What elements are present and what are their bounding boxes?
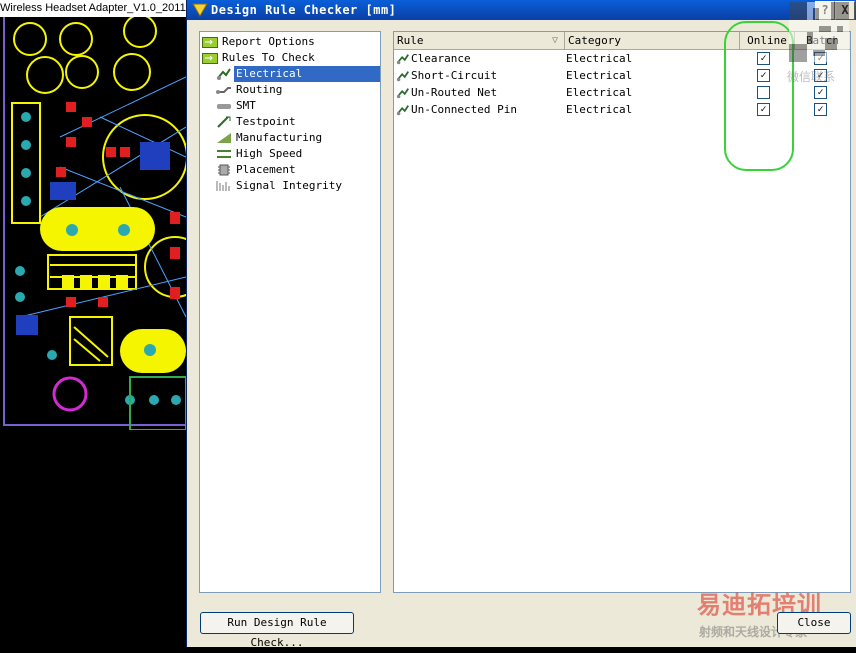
electrical-rule-icon bbox=[396, 54, 409, 65]
rule-name: Un-Routed Net bbox=[411, 86, 498, 99]
close-button[interactable]: Close bbox=[777, 612, 851, 634]
electrical-rule-icon bbox=[396, 71, 409, 82]
smt-rule-icon bbox=[217, 104, 231, 109]
design-rule-checker-dialog: Design Rule Checker [mm] ? X Report Opti… bbox=[186, 0, 856, 649]
rule-category: Electrical bbox=[566, 52, 633, 65]
dialog-title: Design Rule Checker [mm] bbox=[211, 3, 397, 17]
tree-item-label: High Speed bbox=[236, 147, 303, 160]
drc-app-icon bbox=[192, 3, 208, 17]
electrical-rule-icon bbox=[217, 68, 231, 80]
tree-item-label: Routing bbox=[236, 83, 283, 96]
batch-checkbox[interactable]: ✓ bbox=[814, 86, 827, 99]
routing-rule-icon bbox=[216, 87, 231, 94]
electrical-rule-icon bbox=[396, 105, 409, 116]
tree-item-label: Electrical bbox=[234, 66, 380, 82]
online-column-annotation bbox=[724, 21, 794, 171]
column-header-category[interactable]: Category bbox=[565, 32, 740, 49]
rule-name: Clearance bbox=[411, 52, 471, 65]
rule-category: Electrical bbox=[566, 69, 633, 82]
rule-category-tree[interactable]: Report Options Rules To Check Electrical… bbox=[199, 31, 381, 593]
high-speed-rule-icon bbox=[217, 150, 231, 158]
column-header-label: Rule bbox=[397, 34, 424, 47]
rule-name: Un-Connected Pin bbox=[411, 103, 517, 116]
rule-name: Short-Circuit bbox=[411, 69, 498, 82]
pcb-layout-canvas[interactable] bbox=[0, 17, 186, 430]
rule-category: Electrical bbox=[566, 103, 633, 116]
tree-item-label: Testpoint bbox=[236, 115, 296, 128]
rule-category: Electrical bbox=[566, 86, 633, 99]
tree-item-label: Rules To Check bbox=[222, 51, 315, 64]
pcb-editor-window: Wireless Headset Adapter_V1.0_20111 bbox=[0, 0, 186, 430]
dialog-title-bar[interactable]: Design Rule Checker [mm] ? X bbox=[187, 0, 856, 20]
sort-indicator-icon: ▽ bbox=[551, 35, 558, 46]
tree-item-label: Signal Integrity bbox=[236, 179, 342, 192]
batch-checkbox[interactable]: ✓ bbox=[814, 103, 827, 116]
column-header-label: Category bbox=[568, 34, 621, 47]
testpoint-rule-icon bbox=[217, 116, 231, 128]
tree-item-label: Placement bbox=[236, 163, 296, 176]
signal-integrity-rule-icon bbox=[216, 181, 230, 191]
tree-item-label: Manufacturing bbox=[236, 131, 323, 144]
tree-item-label: Report Options bbox=[222, 35, 315, 48]
pcb-window-title: Wireless Headset Adapter_V1.0_20111 bbox=[0, 0, 186, 17]
placement-rule-icon bbox=[218, 164, 230, 176]
tree-item-label: SMT bbox=[236, 99, 256, 112]
run-design-rule-check-button[interactable]: Run Design Rule Check... bbox=[200, 612, 354, 649]
qr-code-image bbox=[789, 2, 849, 62]
folder-icon bbox=[202, 53, 218, 64]
column-header-rule[interactable]: Rule ▽ bbox=[394, 32, 565, 49]
electrical-rule-icon bbox=[396, 88, 409, 99]
folder-icon bbox=[202, 37, 218, 48]
qr-caption: 微信联系 bbox=[787, 70, 836, 84]
manufacturing-rule-icon bbox=[217, 133, 231, 143]
